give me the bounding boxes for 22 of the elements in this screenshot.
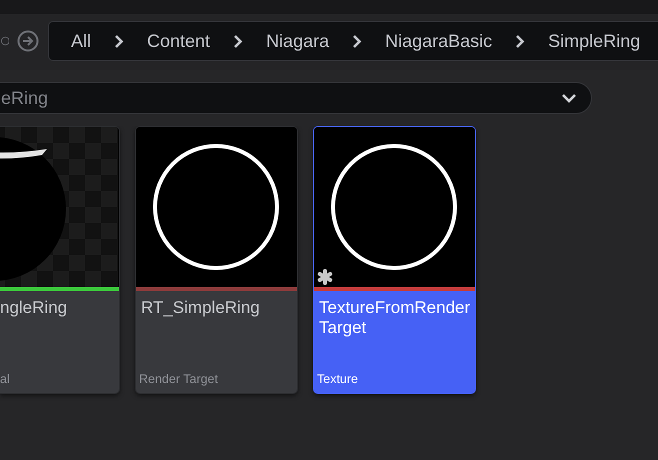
asset-name: ngleRing [0,297,68,319]
chevron-right-icon [352,34,362,48]
asset-name: RT_SimpleRing [140,297,261,319]
breadcrumb-link[interactable]: Niagara [266,28,330,54]
asset-name: TextureFromRenderTarget [318,297,472,339]
asset-type: Render Target [138,371,219,388]
breadcrumb-link[interactable]: Content [147,28,210,54]
chevron-right-icon [515,34,526,48]
search-bar[interactable]: eRing [0,82,592,114]
breadcrumb-link[interactable]: SimpleRing [548,28,640,54]
forward-icon[interactable] [17,30,39,52]
breadcrumb-link[interactable]: NiagaraBasic [385,28,492,54]
asset-tile[interactable]: ngleRing al [0,126,120,394]
asset-tile[interactable]: RT_SimpleRing Render Target [135,126,298,394]
chevron-right-icon [233,34,244,48]
search-field[interactable]: eRing [1,84,521,112]
asset-type: al [0,371,11,388]
asset-tile[interactable]: TextureFromRenderTarget Texture [313,126,476,394]
asset-type: Texture [316,371,359,388]
breadcrumb-link[interactable]: All [71,28,92,54]
chevron-right-icon [114,34,124,48]
chevron-down-icon[interactable] [561,93,577,103]
